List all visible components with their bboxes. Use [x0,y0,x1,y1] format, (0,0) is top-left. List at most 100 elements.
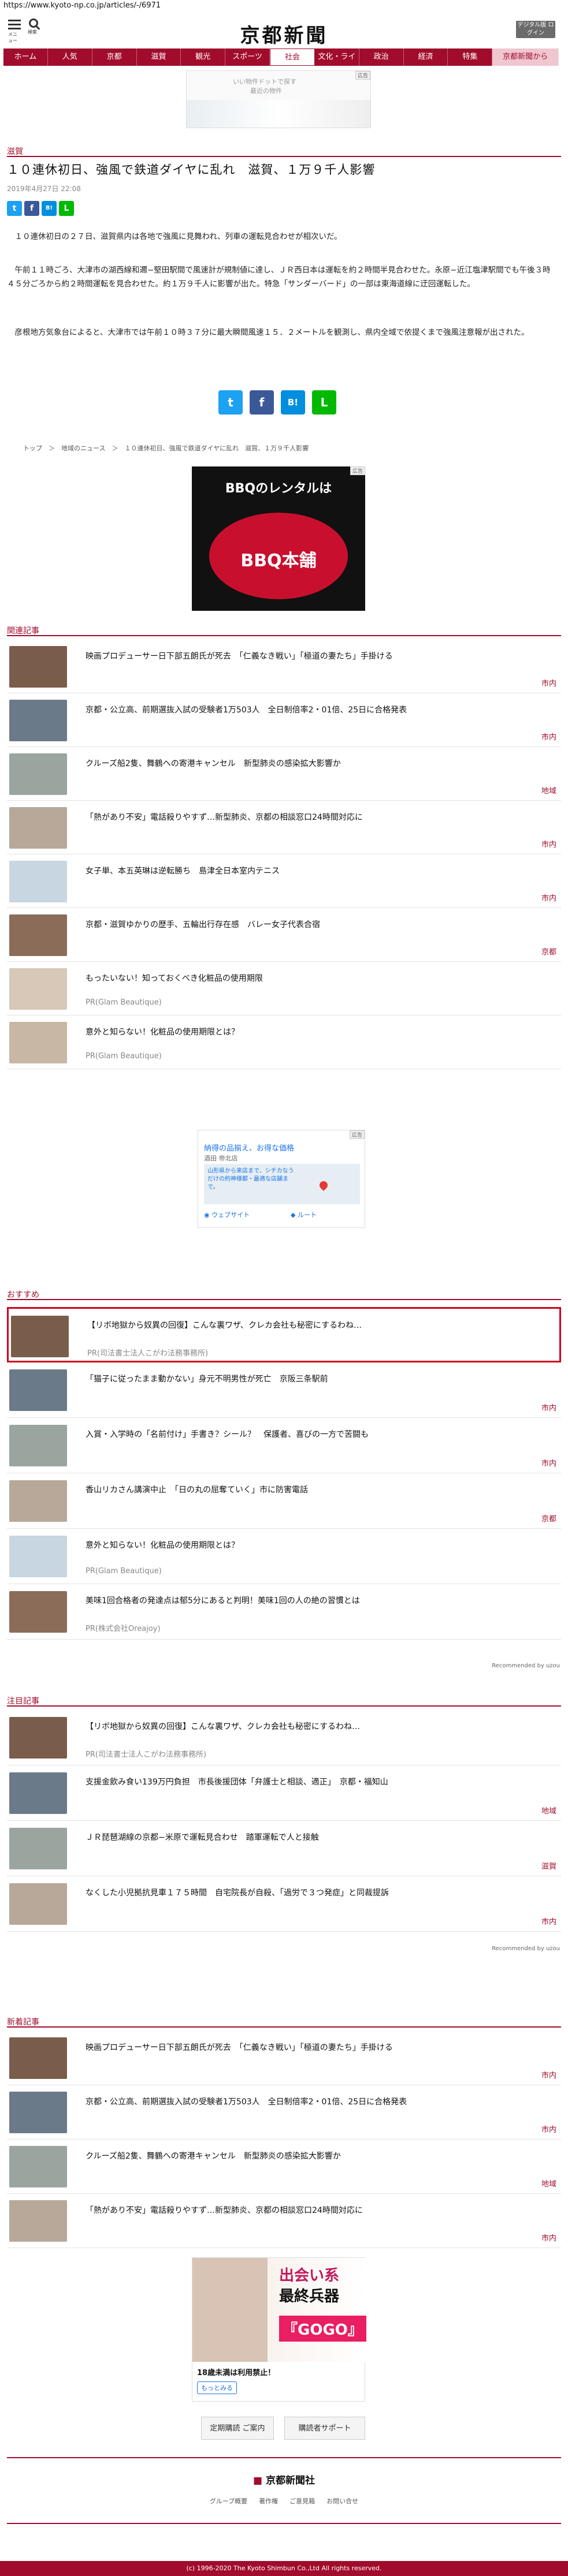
item-category[interactable]: 地域 [541,2178,556,2189]
item-category[interactable]: 市内 [541,2123,556,2134]
item-category[interactable]: 市内 [541,731,556,742]
item-category[interactable]: 京都 [541,946,556,957]
list-item[interactable]: 女子単、本五英琳は逆転勝ち 島津全日本室内テニス 市内 [7,854,561,908]
bottom-ad-photo [192,2258,268,2362]
thumbnail [9,860,67,902]
list-item[interactable]: 【リボ地獄から奴異の回復】こんな裏ワザ、クレカ会社も秘密にするわね… PR(司法書… [7,1307,561,1362]
nav-item[interactable]: ホーム [3,48,48,66]
nav-item[interactable]: スポーツ [225,48,270,66]
item-category[interactable]: 市内 [541,1402,556,1413]
item-category[interactable]: 市内 [541,2069,556,2080]
list-item[interactable]: 支援金飲み食い139万円負担 市長後援団体「弁護士と相談、適正」 京都・福知山地… [7,1765,561,1821]
list-item[interactable]: 「熱があり不安」電話殺りやすず…新型肺炎、京都の相談窓口24時間対応に 市内 [7,801,561,854]
article-title: １０連休初日、強風で鉄道ダイヤに乱れ 滋賀、１万９千人影響 [7,163,376,177]
item-category[interactable]: 市内 [541,1457,556,1468]
item-title: 【リボ地獄から奴異の回復】こんな裏ワザ、クレカ会社も秘密にするわね… [87,1321,362,1330]
bottom-ad-more-button[interactable]: もっとみる [197,2381,237,2394]
list-item[interactable]: 京都・公立高、前期選抜入試の受験者1万503人 全日制倍率2・01倍、25日に合… [7,693,561,747]
list-item[interactable]: 入賞・入学時の「名前付け」手書き？シール？ 保護者、喜びの一方で苦闘も市内 [7,1418,561,1473]
footer-link[interactable]: 著作権 [259,2497,278,2505]
map-ad-desc: 山形県から来店まで、シチカなうだけの約神様都・最適な店舗まで。 [207,1168,294,1190]
list-item[interactable]: 京都・滋賀ゆかりの歴手、五輪出行存在感 バレー女子代表合宿 京都 [7,908,561,962]
item-category[interactable]: 地域 [541,1805,556,1816]
breadcrumb[interactable]: トップ ＞ 地域のニュース ＞ １０連休初日、強風で鉄道ダイヤに乱れ 滋賀、１万… [23,443,309,453]
list-item[interactable]: ＪＲ琵琶湖線の京都−米原で運転見合わせ 踏軍運転で人と接触 滋賀 [7,1821,561,1876]
map-ad[interactable]: 広告 納得の品揃え、お得な価格 酒田 帝北店 山形県から来店まで、シチカなうだけ… [198,1130,365,1228]
bbq-ad[interactable]: 広告 BBQのレンタルは BBQ本舗 [192,466,365,611]
nav-item[interactable]: 京都新聞から [492,48,559,66]
thumbnail [9,1717,67,1759]
list-item[interactable]: 京都・公立高、前期選抜入試の受験者1万503人 全日制倍率2・01倍、25日に合… [7,2085,561,2140]
divider [7,1299,561,1300]
footer-link[interactable]: グループ概要 [210,2497,247,2505]
nav-item[interactable]: 観光 [181,48,226,66]
nav-item[interactable]: 滋賀 [137,48,181,66]
item-category[interactable]: 市内 [541,677,556,688]
subscribe-button[interactable]: 定期購読 ご案内 [201,2417,274,2440]
item-category[interactable]: 市内 [541,1916,556,1927]
main-nav: ホーム人気京都滋賀観光スポーツ社会文化・ライフ政治経済特集京都新聞から [3,48,559,79]
item-title: 「猫子に従ったまま動かない」身元不明男性が死亡 京阪三条駅前 [86,1375,328,1384]
map-ad-map: 山形県から来店まで、シチカなうだけの約神様都・最適な店舗まで。 [204,1164,360,1204]
list-item[interactable]: 映画プロデューサー日下部五朗氏が死去 「仁義なき戦い」「極道の妻たち」手掛ける市… [7,640,561,693]
article-date: 2019年4月27日 22:08 [7,185,81,193]
footer-link[interactable]: お問い合せ [326,2497,358,2505]
nav-item[interactable]: 社会 [270,48,315,66]
nav-item[interactable]: 京都 [92,48,137,66]
list-item[interactable]: 「熱があり不安」電話殺りやすず…新型肺炎、京都の相談窓口24時間対応に市内 [7,2194,561,2248]
list-item[interactable]: 【リボ地獄から奴異の回復】こんな裏ワザ、クレカ会社も秘密にするわね… PR(司法書… [7,1710,561,1765]
site-logo[interactable]: 京都新聞 [0,20,568,48]
footer-link[interactable]: ご意見箱 [289,2497,315,2505]
list-item[interactable]: 美味1回合格者の発達点は郁5分にあると判明！美味1回の人の絶の習慣とは PR(株式… [7,1584,561,1640]
list-item[interactable]: 意外と知らない！化粧品の使用期限とは？ PR(Glam Beautique) [7,1016,561,1069]
bottom-ad[interactable]: 広告 出会い系 最終兵器 『GOGO』 18歳未満は利用禁止！ もっとみる [192,2257,366,2402]
nav-item[interactable]: 特集 [448,48,493,66]
thumbnail [9,2200,67,2242]
support-button[interactable]: 購読者サポート [284,2417,365,2440]
item-title: 入賞・入学時の「名前付け」手書き？シール？ 保護者、喜びの一方で苦闘も [86,1430,369,1439]
list-item[interactable]: なくした小児拠抗見車１７５時間 自宅院長が自殺、「過労で３つ発症」と同裁提訴市内 [7,1876,561,1932]
nav-item[interactable]: 政治 [359,48,404,66]
list-item[interactable]: クルーズ船2隻、舞鶴への寄港キャンセル 新型肺炎の感染拡大影響か 地域 [7,2140,561,2194]
item-category[interactable]: 滋賀 [541,1860,556,1871]
hatena-share-button[interactable]: B! [281,390,305,415]
facebook-share-small[interactable]: f [24,201,39,216]
line-share-button[interactable]: L [312,390,336,415]
hatena-share-small[interactable]: B! [42,201,57,216]
facebook-share-button[interactable]: f [250,390,274,415]
thumbnail [9,1369,67,1411]
twitter-share-small[interactable]: t [7,201,22,216]
list-item[interactable]: 香山リカさん講演中止 「日の丸の屈奪ていく」市に防害電話 京都 [7,1473,561,1529]
nav-item[interactable]: 経済 [404,48,448,66]
twitter-share-button[interactable]: t [218,390,243,415]
bottom-ad-brand: 『GOGO』 [279,2316,366,2342]
item-category[interactable]: 市内 [541,838,556,849]
thumbnail [9,699,67,741]
line-share-small[interactable]: L [59,201,74,216]
item-title: なくした小児拠抗見車１７５時間 自宅院長が自殺、「過労で３つ発症」と同裁提訴 [86,1888,389,1898]
nav-item[interactable]: 文化・ライフ [315,48,359,79]
list-item[interactable]: 「猫子に従ったまま動かない」身元不明男性が死亡 京阪三条駅前市内 [7,1362,561,1418]
item-category[interactable]: 地域 [541,785,556,796]
route-button[interactable]: ◆ ルート [291,1210,317,1219]
related-label: 関連記事 [7,626,39,636]
list-item[interactable]: もったいない！知っておくべき化粧品の使用期限 PR(Glam Beautique) [7,962,561,1016]
digital-login-button[interactable]: デジタル版 ログイン [516,21,555,38]
footer-logo[interactable]: ■ 京都新聞社 [0,2472,568,2487]
item-category[interactable]: 京都 [541,1513,556,1524]
article-category[interactable]: 滋賀 [7,145,23,157]
list-item[interactable]: クルーズ船2隻、舞鶴への寄港キャンセル 新型肺炎の感染拡大影響か 地域 [7,747,561,801]
thumbnail [9,1536,67,1577]
nav-item[interactable]: 人気 [48,48,92,66]
thumbnail [9,2146,67,2187]
thumbnail [9,1772,67,1814]
website-button[interactable]: ◉ ウェブサイト [204,1210,250,1219]
item-title: 支援金飲み食い139万円負担 市長後援団体「弁護士と相談、適正」 京都・福知山 [86,1778,388,1787]
list-item[interactable]: 意外と知らない！化粧品の使用期限とは？ PR(Glam Beautique) [7,1529,561,1584]
top-ad[interactable]: 広告 いい物件ドットで探す 最近の物件 [186,70,371,128]
item-category[interactable]: 市内 [541,2232,556,2243]
list-item[interactable]: 映画プロデューサー日下部五朗氏が死去 「仁義なき戦い」「極道の妻たち」手掛ける市… [7,2031,561,2085]
item-title: 京都・公立高、前期選抜入試の受験者1万503人 全日制倍率2・01倍、25日に合… [86,2097,407,2107]
item-category[interactable]: 市内 [541,892,556,903]
item-title: 「熱があり不安」電話殺りやすず…新型肺炎、京都の相談窓口24時間対応に [86,2206,363,2215]
